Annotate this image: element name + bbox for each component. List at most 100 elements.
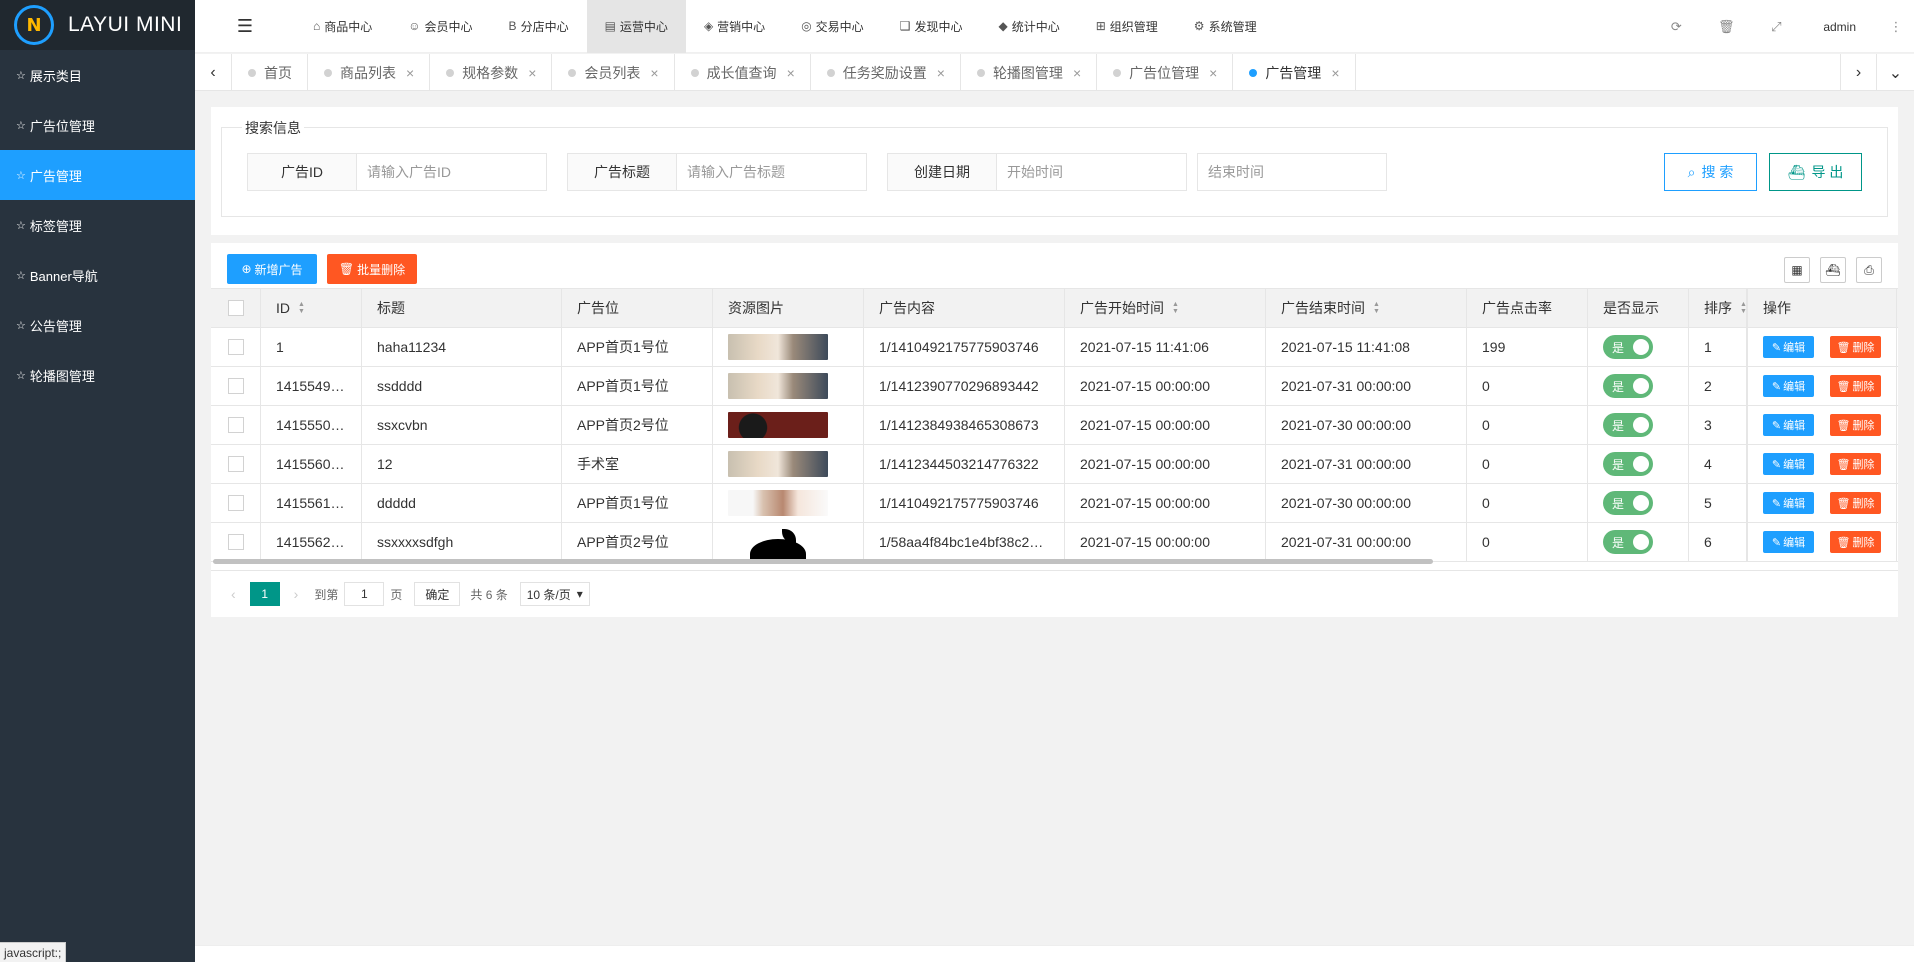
edit-button[interactable]: ✎ 编辑 [1763,492,1814,514]
nav-item-1[interactable]: ☺ 会员中心 [390,0,490,53]
sort-icon[interactable]: ▲ ▼ [1373,301,1380,315]
close-icon[interactable]: × [650,65,658,81]
show-toggle[interactable]: 是 [1603,335,1653,359]
edit-button[interactable]: ✎ 编辑 [1763,453,1814,475]
show-toggle[interactable]: 是 [1603,413,1653,437]
sidebar-item-6[interactable]: ☆ 轮播图管理 [0,350,195,400]
ad-thumbnail[interactable] [728,490,828,516]
nav-item-6[interactable]: ❑ 发现中心 [882,0,981,53]
tab-0[interactable]: 首页 [232,54,308,91]
nav-item-2[interactable]: B 分店中心 [491,0,587,53]
fullscreen-icon[interactable]: ⤢ [1751,19,1801,35]
print-icon[interactable]: ⎙ [1856,257,1882,283]
tab-8[interactable]: 广告管理 × [1233,54,1356,91]
edit-button[interactable]: ✎ 编辑 [1763,531,1814,553]
prev-page-icon[interactable]: ‹ [231,586,236,602]
close-icon[interactable]: × [528,65,536,81]
edit-button[interactable]: ✎ 编辑 [1763,336,1814,358]
delete-button[interactable]: 🗑 删除 [1830,375,1881,397]
nav-item-8[interactable]: ⊞ 组织管理 [1078,0,1176,53]
tab-scroll-left-icon[interactable]: ‹ [195,54,232,91]
logo[interactable]: N LAYUI MINI [0,0,195,50]
sidebar-item-0[interactable]: ☆ 展示类目 [0,50,195,100]
next-page-icon[interactable]: › [294,586,299,602]
export-table-icon[interactable]: ⛴ [1820,257,1846,283]
tab-7[interactable]: 广告位管理 × [1097,54,1234,91]
user-menu[interactable]: admin [1801,20,1878,34]
nav-item-7[interactable]: ◆ 统计中心 [980,0,1077,53]
row-checkbox[interactable] [227,417,244,433]
goto-confirm-button[interactable]: 确定 [414,582,461,606]
edit-button[interactable]: ✎ 编辑 [1763,375,1814,397]
ad-thumbnail[interactable] [728,412,828,438]
batch-delete-button[interactable]: 🗑 批量删除 [327,254,417,284]
goto-page-input[interactable]: 1 [344,582,385,606]
close-icon[interactable]: × [1209,65,1217,81]
show-toggle[interactable]: 是 [1603,530,1653,554]
end-date-input[interactable]: 结束时间 [1197,153,1387,191]
sidebar-item-1[interactable]: ☆ 广告位管理 [0,100,195,150]
nav-item-0[interactable]: ⌂ 商品中心 [295,0,390,53]
tab-6[interactable]: 轮播图管理 × [961,54,1098,91]
close-icon[interactable]: × [787,65,795,81]
close-icon[interactable]: × [1331,65,1339,81]
delete-button[interactable]: 🗑 删除 [1830,414,1881,436]
close-icon[interactable]: × [406,65,414,81]
search-button[interactable]: ⌕ 搜 索 [1664,153,1757,191]
show-toggle[interactable]: 是 [1603,374,1653,398]
ad-title-input[interactable]: 请输入广告标题 [677,153,867,191]
current-page[interactable]: 1 [249,582,280,606]
start-date-input[interactable]: 开始时间 [997,153,1187,191]
tab-2[interactable]: 规格参数 × [430,54,553,91]
sort-icon[interactable]: ▲ ▼ [1172,301,1179,315]
ad-id-input[interactable]: 请输入广告ID [357,153,547,191]
tab-menu-chevron-down-icon[interactable]: ⌄ [1877,54,1914,91]
delete-button[interactable]: 🗑 删除 [1830,336,1881,358]
ad-thumbnail[interactable] [728,334,828,360]
more-icon[interactable]: ⋮ [1878,19,1914,35]
tab-4[interactable]: 成长值查询 × [675,54,811,91]
nav-item-3[interactable]: ▤ 运营中心 [586,0,686,53]
sort-icon[interactable]: ▲ ▼ [1740,301,1746,315]
sidebar-item-4[interactable]: ☆ Banner导航 [0,250,195,300]
table-horizontal-scrollbar[interactable] [213,559,1433,564]
delete-button[interactable]: 🗑 删除 [1830,531,1881,553]
tab-1[interactable]: 商品列表 × [308,54,431,91]
col-start[interactable]: 广告开始时间 ▲ ▼ [1065,289,1266,327]
nav-item-4[interactable]: ◈ 营销中心 [686,0,783,53]
menu-toggle-icon[interactable]: ☰ [195,0,295,53]
col-end[interactable]: 广告结束时间 ▲ ▼ [1266,289,1467,327]
tab-3[interactable]: 会员列表 × [552,54,675,91]
edit-button[interactable]: ✎ 编辑 [1763,414,1814,436]
delete-button[interactable]: 🗑 删除 [1830,492,1881,514]
nav-item-9[interactable]: ⚙ 系统管理 [1176,0,1275,53]
col-sort[interactable]: 排序 ▲ ▼ [1689,289,1747,327]
row-checkbox[interactable] [227,534,244,550]
delete-button[interactable]: 🗑 删除 [1830,453,1881,475]
row-checkbox[interactable] [227,456,244,472]
row-checkbox[interactable] [227,339,244,355]
sidebar-item-3[interactable]: ☆ 标签管理 [0,200,195,250]
add-ad-button[interactable]: ⊕ 新增广告 [227,254,317,284]
refresh-icon[interactable]: ⟳ [1651,19,1701,35]
nav-item-5[interactable]: ◎ 交易中心 [783,0,882,53]
select-all-checkbox[interactable] [227,300,244,316]
show-toggle[interactable]: 是 [1603,491,1653,515]
tab-scroll-right-icon[interactable]: › [1840,54,1877,91]
ad-thumbnail[interactable] [728,373,828,399]
columns-filter-icon[interactable]: ▦ [1784,257,1810,283]
page-size-select[interactable]: 10 条/页 ▾ [519,582,590,606]
ad-thumbnail[interactable] [728,451,828,477]
show-toggle[interactable]: 是 [1603,452,1653,476]
row-checkbox[interactable] [227,378,244,394]
export-button[interactable]: ⛴ 导 出 [1769,153,1862,191]
close-icon[interactable]: × [937,65,945,81]
sidebar-item-5[interactable]: ☆ 公告管理 [0,300,195,350]
row-checkbox[interactable] [227,495,244,511]
sort-icon[interactable]: ▲ ▼ [298,301,305,315]
sidebar-item-2[interactable]: ☆ 广告管理 [0,150,195,200]
col-id[interactable]: ID ▲ ▼ [261,289,362,327]
trash-icon[interactable]: 🗑 [1701,19,1751,35]
ad-thumbnail[interactable] [728,529,828,561]
close-icon[interactable]: × [1073,65,1081,81]
